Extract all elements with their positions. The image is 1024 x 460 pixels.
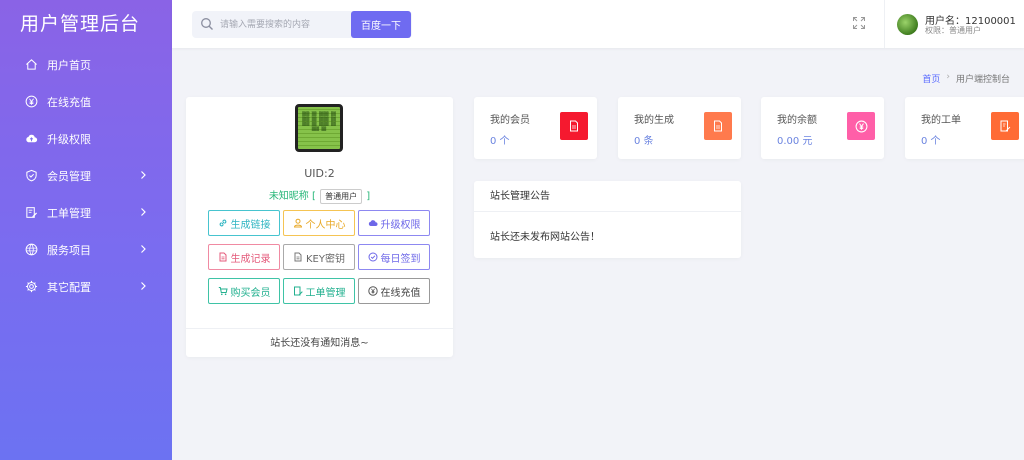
profile-center-button[interactable]: 个人中心 [283,210,355,236]
cart-icon [218,286,228,296]
yen-coin-icon [367,286,378,296]
brand-title: 用户管理后台 [20,12,141,35]
breadcrumb: 首页 › 用户端控制台 [922,72,1010,85]
quick-actions: 生成链接 个人中心 升级权限 生成记录 KEY密钥 每日签到 购买会员 工单管理… [208,210,430,304]
stat-card-balance[interactable]: 我的余额 0.00 元 [761,97,884,159]
button-label: 个人中心 [305,219,346,231]
link-icon [218,218,228,228]
cloud-upload-icon [24,132,38,146]
chevron-right-icon [140,206,150,218]
sidebar-item-label: 其它配置 [47,280,91,294]
ticket-manage-button[interactable]: 工单管理 [283,278,355,304]
upgrade-button[interactable]: 升级权限 [358,210,430,236]
sidebar-item-label: 服务项目 [47,243,91,257]
announcement-title: 站长管理公告 [474,181,741,212]
sidebar-item-upgrade[interactable]: 升级权限 [0,120,172,157]
stat-card-generated[interactable]: 我的生成 0 条 [618,97,741,159]
vip-card-icon [560,112,588,140]
search-icon [200,17,214,31]
document-icon [704,112,732,140]
sidebar-item-label: 会员管理 [47,169,91,183]
user-role: 权限：普通用户 [925,26,981,35]
bracket-close: ] [366,191,371,202]
stat-label: 我的生成 [634,115,674,126]
sidebar-item-label: 升级权限 [47,132,91,146]
stat-value: 0 条 [634,136,654,147]
profile-avatar-pattern: ▒▒▒ ▒▒ ▒▒▒▒ ▒▒ ▒▒▒ ▒▒ ▒▒▒▒ ▒▒ ▒▒▒ ▒▒ ▒▒▒… [302,111,336,131]
gear-icon [24,280,38,294]
user-info[interactable]: 用户名：12100001 权限：普通用户 [884,0,1024,48]
button-label: 购买会员 [230,287,271,299]
sidebar: 用户管理后台 用户首页 在线充值 升级权限 会员管理 工单管理 服务项目 其它配… [0,0,172,460]
document-icon [218,252,228,262]
notification-message: 站长还没有通知消息~ [186,328,453,357]
yen-coin-icon [24,95,38,109]
level-badge: 普通用户 [320,189,363,204]
button-label: 在线充值 [380,287,421,299]
sidebar-item-home[interactable]: 用户首页 [0,46,172,83]
avatar[interactable] [897,14,918,35]
stat-value: 0 个 [921,136,941,147]
ticket-edit-icon [991,112,1019,140]
top-header: 百度一下 用户名：12100001 权限：普通用户 [172,0,1024,48]
ticket-edit-icon [293,286,303,296]
daily-checkin-button[interactable]: 每日签到 [358,244,430,270]
search-button[interactable]: 百度一下 [351,11,411,38]
yen-coin-icon [847,112,875,140]
ticket-edit-icon [24,206,38,220]
announcement-body: 站长还未发布网站公告！ [490,232,600,243]
sidebar-item-services[interactable]: 服务项目 [0,231,172,268]
sidebar-item-label: 在线充值 [47,95,91,109]
button-label: 生成链接 [230,219,271,231]
profile-card: ▒▒▒ ▒▒ ▒▒▒▒ ▒▒ ▒▒▒ ▒▒ ▒▒▒▒ ▒▒ ▒▒▒ ▒▒ ▒▒▒… [186,97,453,357]
user-uid: UID:2 [304,167,335,180]
breadcrumb-separator: › [946,72,950,82]
chevron-right-icon [140,169,150,181]
stat-card-tickets[interactable]: 我的工单 0 个 [905,97,1024,159]
sidebar-item-label: 工单管理 [47,206,91,220]
sidebar-menu: 用户首页 在线充值 升级权限 会员管理 工单管理 服务项目 其它配置 [0,46,172,305]
chevron-right-icon [140,243,150,255]
shield-check-icon [24,169,38,183]
home-icon [24,58,38,72]
nickname-row: 未知昵称 [ 普通用户 ] [186,187,453,204]
stat-label: 我的工单 [921,115,961,126]
sidebar-item-label: 用户首页 [47,58,91,72]
sidebar-item-recharge[interactable]: 在线充值 [0,83,172,120]
button-label: 生成记录 [230,253,271,265]
breadcrumb-home[interactable]: 首页 [922,72,940,85]
breadcrumb-current: 用户端控制台 [955,75,1010,85]
button-label: 工单管理 [305,287,346,299]
stat-value: 0 个 [490,136,510,147]
profile-avatar: ▒▒▒ ▒▒ ▒▒▒▒ ▒▒ ▒▒▒ ▒▒ ▒▒▒▒ ▒▒ ▒▒▒ ▒▒ ▒▒▒… [295,104,343,152]
button-label: KEY密钥 [306,253,345,265]
sidebar-item-settings[interactable]: 其它配置 [0,268,172,305]
globe-icon [24,243,38,257]
user-icon [293,218,303,228]
sidebar-item-member[interactable]: 会员管理 [0,157,172,194]
generate-link-button[interactable]: 生成链接 [208,210,280,236]
sidebar-item-ticket[interactable]: 工单管理 [0,194,172,231]
button-label: 升级权限 [380,219,421,231]
button-label: 每日签到 [380,253,421,265]
bracket-open: [ [312,191,316,202]
nickname: 未知昵称 [268,191,309,202]
online-recharge-button[interactable]: 在线充值 [358,278,430,304]
chevron-right-icon [140,280,150,292]
cloud-upload-icon [368,218,378,228]
stat-label: 我的会员 [490,115,530,126]
key-secret-button[interactable]: KEY密钥 [283,244,355,270]
file-icon [293,252,303,262]
search-input[interactable] [220,11,370,38]
buy-membership-button[interactable]: 购买会员 [208,278,280,304]
check-circle-icon [368,252,378,262]
fullscreen-icon[interactable] [852,16,866,30]
announcement-card: 站长管理公告 站长还未发布网站公告！ [474,181,741,258]
stat-card-members[interactable]: 我的会员 0 个 [474,97,597,159]
generate-records-button[interactable]: 生成记录 [208,244,280,270]
stat-value: 0.00 元 [777,136,813,147]
stat-label: 我的余额 [777,115,817,126]
